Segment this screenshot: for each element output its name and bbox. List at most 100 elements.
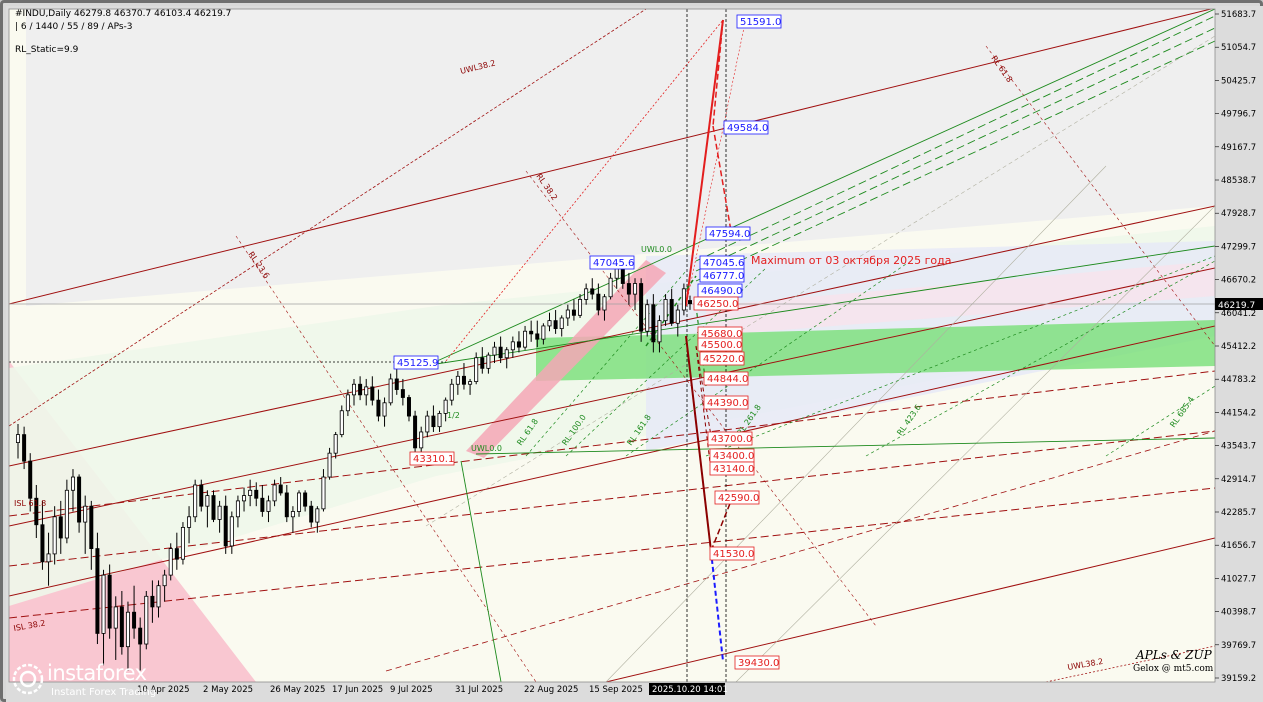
x-tick-label: 2 May 2025 [203, 685, 253, 695]
candle-body [388, 378, 393, 404]
candle-body [113, 606, 118, 629]
y-tick-label: 39769.7 [1221, 641, 1256, 651]
candle-body [675, 309, 680, 324]
y-tick-label: 43543.7 [1221, 442, 1256, 452]
candle-body [22, 434, 27, 462]
candle-body [211, 495, 216, 520]
candle-body [260, 497, 265, 512]
chart-header-params: | 6 / 1440 / 55 / 89 / APs-3 [15, 22, 133, 32]
y-tick-label: 39159.2 [1221, 674, 1256, 684]
candle-body [345, 394, 350, 412]
candle-body [272, 484, 277, 502]
y-tick-label: 50425.7 [1221, 76, 1256, 86]
candle-body [64, 489, 69, 539]
candle-body [565, 309, 570, 319]
level-label-39430: 39430.0 [738, 658, 779, 669]
y-tick-label: 49167.7 [1221, 143, 1256, 153]
candle-body [235, 500, 240, 518]
candle-body [516, 341, 521, 348]
candle-body [278, 484, 283, 494]
y-tick-label: 51054.7 [1221, 43, 1256, 53]
candle-body [358, 383, 363, 396]
candle-body [370, 386, 375, 401]
candle-body [223, 505, 228, 547]
candle-body [553, 320, 558, 329]
x-tick-label: 31 Jul 2025 [455, 685, 503, 695]
chart-header-symbol: #INDU,Daily 46279.8 46370.7 46103.4 4621… [15, 9, 232, 19]
candle-body [101, 574, 106, 634]
candle-body [461, 375, 466, 385]
level-label-45220: 45220.0 [703, 354, 744, 365]
level-label-43140: 43140.0 [713, 464, 754, 475]
time-axis[interactable]: 10 Apr 2025 2 May 2025 26 May 2025 17 Jun 2… [137, 683, 728, 695]
level-label-42590: 42590.0 [718, 493, 759, 504]
candle-body [394, 378, 399, 390]
candle-body [290, 511, 295, 518]
x-tick-label: 26 May 2025 [270, 685, 325, 695]
y-tick-label: 45412.2 [1221, 342, 1256, 352]
candle-body [180, 526, 185, 560]
candle-body [559, 317, 564, 329]
level-label-47594: 47594.0 [709, 229, 750, 240]
candle-body [95, 548, 100, 634]
candle-body [242, 495, 247, 502]
instaforex-logo: instaforex Instant Forex Trading [11, 660, 186, 700]
price-axis[interactable]: 51683.7 51054.7 50425.7 49796.7 49167.7 48538… [1215, 10, 1256, 684]
candle-body [419, 431, 424, 449]
credit-title: APLs & ZUP [1136, 648, 1212, 662]
candle-body [455, 375, 460, 385]
candle-body [669, 299, 674, 324]
candle-body [510, 341, 515, 351]
y-tick-label: 51683.7 [1221, 10, 1256, 20]
price-chart[interactable]: UWL38.2 UWL0.0 UWL0.0 RL 23.6 RL 38.2 RL… [6, 6, 1263, 702]
candle-body [504, 349, 509, 359]
candle-body [217, 505, 222, 520]
candle-body [28, 460, 33, 499]
line-label-uwl-0-b: UWL0.0 [471, 444, 502, 453]
level-label-44390: 44390.0 [707, 398, 748, 409]
candle-body [633, 283, 638, 295]
candle-body [364, 386, 369, 396]
x-tick-label: 22 Aug 2025 [524, 685, 578, 695]
y-tick-label: 47928.7 [1221, 209, 1256, 219]
y-tick-label: 46670.2 [1221, 276, 1256, 286]
candle-body [602, 296, 607, 311]
candle-body [474, 357, 479, 382]
maximum-annotation: Maximum от 03 октября 2025 года [751, 254, 951, 267]
line-label-half: 1/2 [447, 411, 460, 420]
candle-body [486, 354, 491, 369]
candle-body [571, 309, 576, 316]
y-tick-label: 49796.7 [1221, 110, 1256, 120]
level-label-45125: 45125.9 [397, 358, 438, 369]
candle-body [645, 304, 650, 332]
candle-body [150, 595, 155, 608]
y-tick-label: 41027.7 [1221, 574, 1256, 584]
candle-body [58, 516, 63, 539]
candle-body [125, 611, 130, 648]
candle-body [89, 505, 94, 549]
candle-body [168, 548, 173, 576]
x-tick-label: 15 Sep 2025 [589, 685, 643, 695]
candle-body [15, 434, 20, 443]
y-tick-label: 40398.7 [1221, 608, 1256, 618]
x-tick-label: 9 Jul 2025 [390, 685, 433, 695]
candle-body [590, 288, 595, 295]
candle-body [413, 415, 418, 449]
candle-body [327, 452, 332, 478]
candle-body [70, 476, 75, 491]
candle-body [254, 489, 259, 499]
candle-body [406, 397, 411, 417]
x-tick-label: 17 Jun 2025 [332, 685, 383, 695]
candle-body [657, 320, 662, 343]
level-label-51591: 51591.0 [740, 17, 781, 28]
candle-body [651, 304, 656, 343]
candle-body [83, 505, 88, 523]
candle-body [425, 415, 430, 433]
candle-body [468, 381, 473, 385]
candle-body [119, 606, 124, 648]
candle-body [663, 299, 668, 322]
candle-body [480, 357, 485, 369]
logo-name: instaforex [47, 661, 147, 685]
candle-body [547, 320, 552, 327]
candle-body [193, 484, 198, 518]
